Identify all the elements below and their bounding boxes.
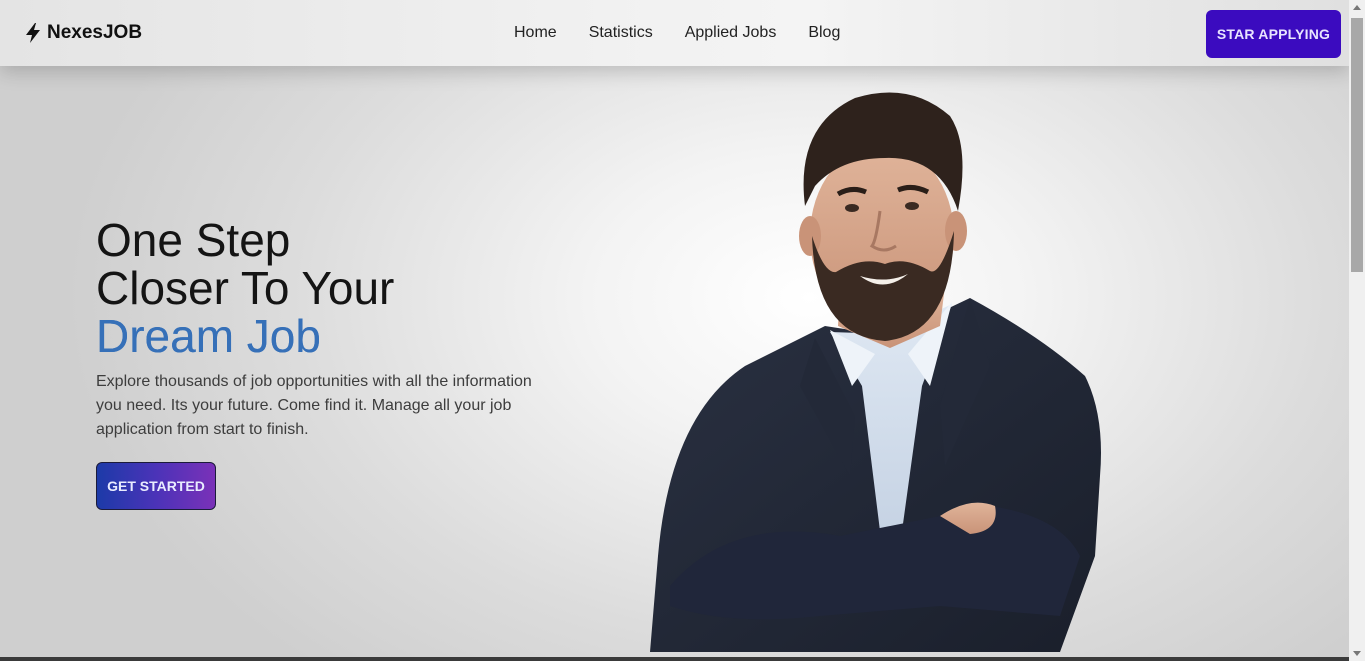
hero-description: Explore thousands of job opportunities w… [96, 373, 532, 438]
scrollbar-thumb[interactable] [1351, 18, 1363, 272]
top-navbar: NexesJOB Home Statistics Applied Jobs Bl… [0, 0, 1349, 66]
brand-logo[interactable]: NexesJOB [24, 22, 142, 44]
bottom-border [0, 657, 1349, 661]
start-applying-button[interactable]: STAR APPLYING [1206, 10, 1341, 58]
hero-portrait-image [650, 92, 1101, 652]
nav-item-statistics[interactable]: Statistics [589, 24, 653, 42]
brand-name: NexesJOB [47, 22, 143, 43]
scroll-down-icon[interactable] [1353, 651, 1361, 656]
get-started-button[interactable]: GET STARTED [96, 462, 216, 510]
main-nav: Home Statistics Applied Jobs Blog [514, 24, 840, 42]
page-viewport: NexesJOB Home Statistics Applied Jobs Bl… [0, 0, 1349, 661]
hero-text: One Step Closer To Your Dream Job Explor… [96, 216, 566, 510]
hero-headline: One Step Closer To Your Dream Job [96, 216, 566, 360]
headline-line-2: Closer To Your [96, 262, 395, 314]
bolt-icon [26, 23, 40, 43]
nav-item-applied-jobs[interactable]: Applied Jobs [685, 24, 777, 42]
page-scrollbar[interactable] [1349, 0, 1365, 661]
headline-accent: Dream Job [96, 312, 566, 360]
nav-item-home[interactable]: Home [514, 24, 557, 42]
headline-line-1: One Step [96, 214, 291, 266]
scroll-up-icon[interactable] [1353, 5, 1361, 10]
nav-item-blog[interactable]: Blog [808, 24, 840, 42]
